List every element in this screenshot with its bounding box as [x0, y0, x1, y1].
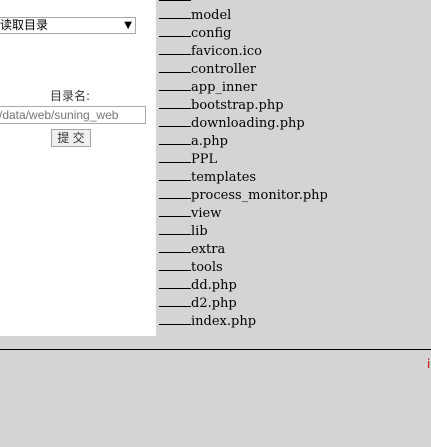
file-list-item: index.php: [159, 311, 328, 329]
file-name: lib: [191, 224, 208, 239]
file-list-item: config: [159, 23, 328, 41]
file-name: controller: [191, 62, 256, 77]
file-list-item: extra: [159, 239, 328, 257]
file-name: ...: [191, 331, 203, 336]
file-list-item: d2.php: [159, 293, 328, 311]
select-value: 读取目录: [0, 18, 49, 32]
file-name: dd.php: [191, 278, 237, 293]
file-name: favicon.ico: [191, 44, 262, 59]
file-list-item: controller: [159, 59, 328, 77]
file-list-item: downloading.php: [159, 113, 328, 131]
file-name: process_monitor.php: [191, 188, 328, 203]
tree-branch-line: [159, 41, 191, 55]
tree-branch-line: [159, 239, 191, 253]
file-list-item: templates: [159, 167, 328, 185]
directory-name-label: 目录名:: [49, 89, 91, 103]
tree-branch-line: [159, 131, 191, 145]
tree-branch-line: [159, 95, 191, 109]
divider: [0, 349, 431, 350]
file-list-item: tools: [159, 257, 328, 275]
directory-name-input[interactable]: /data/web/suning_web: [0, 106, 146, 124]
tree-branch-line: [159, 293, 191, 307]
file-list-item: PPL: [159, 149, 328, 167]
chevron-down-icon[interactable]: ▼: [124, 18, 132, 33]
file-list-item: favicon.ico: [159, 41, 328, 59]
file-name: tools: [191, 260, 223, 275]
file-name: PPL: [191, 152, 218, 167]
tree-branch-line: [159, 203, 191, 217]
file-name: config: [191, 26, 232, 41]
file-list-item: view: [159, 203, 328, 221]
file-name: d2.php: [191, 296, 237, 311]
file-name: extra: [191, 242, 226, 257]
file-name: view: [191, 206, 222, 221]
tree-branch-line: [159, 59, 191, 73]
file-list-item: a.php: [159, 131, 328, 149]
file-list: model config favicon.ico controller app_inne…: [159, 0, 328, 336]
tree-branch-line: [159, 0, 191, 1]
tree-branch-line: [159, 185, 191, 199]
file-list-item: dd.php: [159, 275, 328, 293]
tree-branch-line: [159, 167, 191, 181]
file-list-item: bootstrap.php: [159, 95, 328, 113]
directory-action-select[interactable]: 读取目录 ▼: [0, 17, 136, 34]
file-list-item: lib: [159, 221, 328, 239]
file-name: index.php: [191, 314, 257, 329]
tree-branch-line: [159, 311, 191, 325]
tree-branch-line: [159, 5, 191, 19]
tree-branch-line: [159, 77, 191, 91]
tree-branch-line: [159, 329, 191, 336]
file-list-item: process_monitor.php: [159, 185, 328, 203]
tree-branch-line: [159, 113, 191, 127]
left-panel: 读取目录 ▼ 目录名: /data/web/suning_web 提 交: [0, 0, 156, 336]
tree-branch-line: [159, 275, 191, 289]
file-list-item: app_inner: [159, 77, 328, 95]
tree-branch-line: [159, 23, 191, 37]
file-name: downloading.php: [191, 116, 305, 131]
tree-branch-line: [159, 149, 191, 163]
file-name: bootstrap.php: [191, 98, 284, 113]
file-name: model: [191, 8, 232, 23]
file-name: a.php: [191, 134, 228, 149]
tree-branch-line: [159, 257, 191, 271]
file-name: app_inner: [191, 80, 257, 95]
file-list-item: model: [159, 5, 328, 23]
tree-branch-line: [159, 221, 191, 235]
submit-button[interactable]: 提 交: [51, 129, 91, 147]
status-mark: i: [427, 358, 431, 370]
file-name: templates: [191, 170, 257, 185]
